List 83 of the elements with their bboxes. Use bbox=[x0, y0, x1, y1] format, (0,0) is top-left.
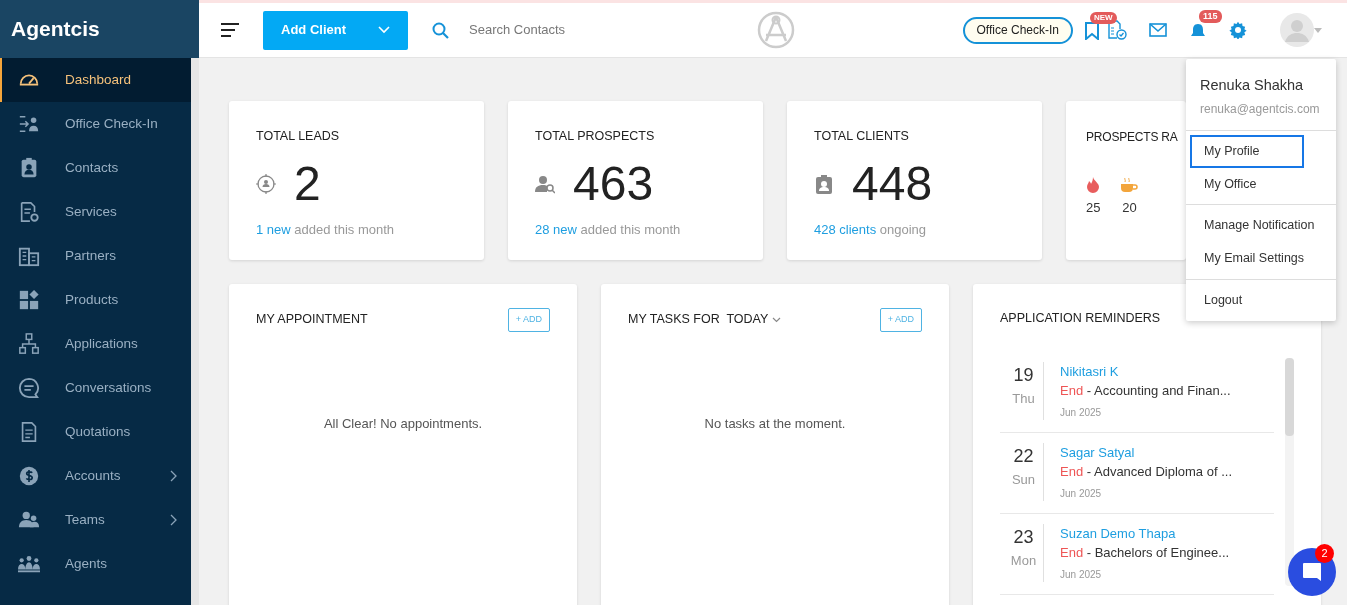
date-weekday: Sun bbox=[1010, 470, 1037, 489]
new-badge: NEW bbox=[1090, 12, 1117, 24]
check-in-icon bbox=[18, 113, 40, 135]
scrollbar[interactable] bbox=[191, 58, 199, 605]
stat-caption: added this month bbox=[294, 221, 395, 237]
card-title: TOTAL PROSPECTS bbox=[535, 128, 656, 145]
stat-caption: added this month bbox=[580, 221, 681, 237]
sidebar-item[interactable]: Applications bbox=[0, 322, 191, 366]
chevron-down-icon[interactable] bbox=[772, 316, 782, 323]
scrollbar-thumb[interactable] bbox=[1285, 358, 1294, 436]
date-weekday: Thu bbox=[1011, 389, 1036, 408]
search-icon[interactable] bbox=[432, 21, 449, 39]
rating-count: 25 bbox=[1086, 199, 1101, 217]
sidebar-item[interactable]: Accounts bbox=[0, 454, 191, 498]
chat-count-badge: 2 bbox=[1315, 544, 1334, 563]
sidebar-item[interactable]: Contacts bbox=[0, 146, 191, 190]
card-title: TOTAL CLIENTS bbox=[814, 128, 910, 145]
document-gear-icon bbox=[18, 201, 40, 223]
mail-icon[interactable] bbox=[1149, 23, 1167, 37]
chat-bubble-icon bbox=[1301, 561, 1323, 583]
panel-title: APPLICATION REMINDERS bbox=[1000, 310, 1161, 327]
menu-item[interactable]: My Profile bbox=[1190, 134, 1304, 168]
sidebar-item[interactable]: Conversations bbox=[0, 366, 191, 410]
notification-count: 115 bbox=[1199, 10, 1222, 23]
caret-icon[interactable] bbox=[1314, 27, 1322, 33]
bookmark-icon[interactable] bbox=[1085, 21, 1099, 40]
status-label: End bbox=[1060, 464, 1084, 480]
menu-item[interactable]: Manage Notification bbox=[1190, 209, 1332, 242]
stat-value: 463 bbox=[573, 159, 654, 208]
sidebar-item[interactable]: Quotations bbox=[0, 410, 191, 454]
course-name: - Accounting and Finan... bbox=[1085, 383, 1231, 399]
id-badge-icon bbox=[814, 173, 834, 194]
office-check-in-button[interactable]: Office Check-In bbox=[962, 16, 1073, 44]
sidebar-item[interactable]: Dashboard bbox=[0, 58, 191, 102]
group-icon bbox=[18, 553, 40, 575]
chevron-right-icon bbox=[170, 514, 178, 526]
menu-item[interactable]: My Email Settings bbox=[1190, 242, 1332, 275]
user-name: Renuka Shakha bbox=[1200, 76, 1305, 95]
status-label: End bbox=[1060, 383, 1084, 399]
sidebar-item[interactable]: Partners bbox=[0, 234, 191, 278]
reminder-month: Jun 2025 bbox=[1060, 405, 1103, 420]
chevron-down-icon bbox=[378, 26, 390, 34]
date-day: 19 bbox=[1004, 361, 1043, 389]
reminder-month: Jun 2025 bbox=[1060, 567, 1103, 582]
menu-icon[interactable] bbox=[221, 23, 239, 37]
brand-logo[interactable]: Agentcis bbox=[0, 0, 199, 58]
course-name: - Advanced Diploma of ... bbox=[1085, 464, 1232, 480]
settings-icon[interactable] bbox=[1229, 21, 1247, 39]
chat-bubble-icon bbox=[18, 377, 40, 399]
stat-caption: ongoing bbox=[879, 221, 927, 237]
date-day: 23 bbox=[1004, 523, 1043, 551]
panel-title: MY TASKS FOR TODAY bbox=[628, 311, 769, 329]
card-title: TOTAL LEADS bbox=[256, 128, 341, 145]
sidebar-item[interactable]: Office Check-In bbox=[0, 102, 191, 146]
flowchart-icon bbox=[18, 333, 40, 355]
rating-count: 20 bbox=[1121, 199, 1138, 217]
tripod-logo-icon bbox=[757, 11, 795, 49]
empty-message: No tasks at the moment. bbox=[703, 414, 847, 433]
user-email: renuka@agentcis.com bbox=[1200, 100, 1321, 118]
stat-value: 2 bbox=[294, 159, 321, 208]
dollar-coin-icon bbox=[18, 465, 40, 487]
menu-item[interactable]: My Office bbox=[1190, 167, 1332, 201]
panel-title: MY APPOINTMENT bbox=[256, 311, 368, 329]
date-day: 22 bbox=[1004, 442, 1043, 470]
stat-value: 448 bbox=[852, 159, 933, 208]
chevron-right-icon bbox=[170, 470, 178, 482]
menu-item[interactable]: Logout bbox=[1190, 283, 1332, 317]
status-label: End bbox=[1060, 545, 1084, 561]
course-name: - Bachelors of Enginee... bbox=[1085, 545, 1230, 561]
blocks-icon bbox=[18, 289, 40, 311]
reminder-month: Jun 2025 bbox=[1060, 486, 1103, 501]
card-title: PROSPECTS RA bbox=[1086, 130, 1178, 144]
person-search-icon bbox=[535, 173, 555, 194]
sidebar-item[interactable]: Agents bbox=[0, 542, 191, 586]
date-weekday: Mon bbox=[1009, 551, 1038, 570]
sidebar-item[interactable]: Teams bbox=[0, 498, 191, 542]
empty-message: All Clear! No appointments. bbox=[322, 414, 484, 433]
sidebar-item[interactable]: Services bbox=[0, 190, 191, 234]
target-person-icon bbox=[256, 173, 276, 194]
scrollbar[interactable] bbox=[1285, 358, 1294, 586]
building-icon bbox=[18, 245, 40, 267]
sidebar-item[interactable]: Products bbox=[0, 278, 191, 322]
document-check-icon[interactable] bbox=[1107, 20, 1127, 40]
